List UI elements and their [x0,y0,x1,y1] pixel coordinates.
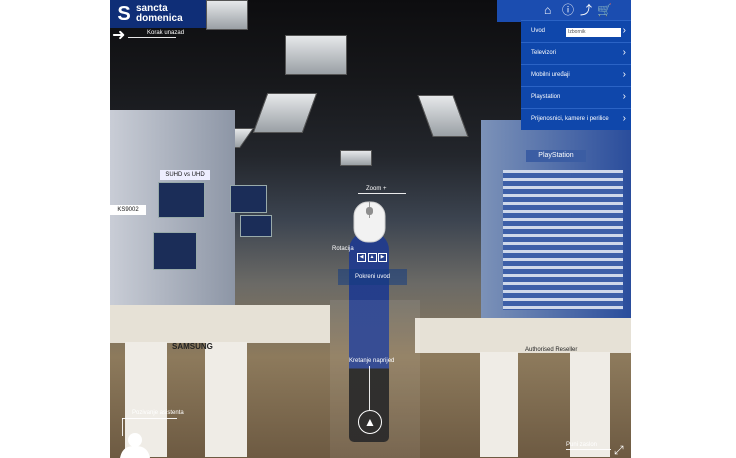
ceiling-light [206,0,248,30]
display-table-left [110,305,330,343]
back-icon[interactable]: ➜ [112,28,128,44]
logo-line-2: domenica [136,13,183,24]
rotation-label: Rotacija [332,246,354,252]
mouse-icon [353,201,386,243]
menu-item-playstation[interactable]: Playstation › [521,86,631,106]
arrow-controls[interactable]: ◀ ▲ ▶ [357,253,387,263]
ceiling-light [417,95,469,137]
tv-display [230,185,267,213]
display-table-right [415,318,631,353]
menu-item-label: Televizori [531,49,557,56]
left-sign-2: KS9002 [110,205,146,215]
menu-item-label: Mobilni uređaji [531,71,570,78]
back-label: Korak unazad [147,30,185,36]
arrow-up-icon[interactable]: ▲ [367,253,377,262]
cart-icon[interactable]: 🛒 [597,3,612,17]
game-shelves [503,170,623,310]
arrow-left-icon[interactable]: ◀ [357,253,366,262]
assistant-icon[interactable] [116,432,154,458]
start-intro-button[interactable]: Pokreni uvod [338,269,407,285]
menu-item-prijenosnici[interactable]: Prijenosnici, kamere i perilice › [521,108,631,128]
display-table-right-leg [480,352,518,457]
tv-display [240,215,272,237]
menu-dropdown[interactable]: Izbornik [566,28,621,37]
playstation-sign: PlayStation [526,150,586,162]
chevron-right-icon: › [622,113,626,124]
logo-mark-icon: S [117,3,131,25]
brand-logo: S sancta domenica [110,0,206,28]
info-icon[interactable]: ⓘ [562,3,574,17]
zoom-guide-line [358,193,406,194]
display-table-left-leg [205,342,247,457]
fullscreen-guide-line [566,449,611,450]
chevron-right-icon: › [622,47,626,58]
arrow-right-icon[interactable]: ▶ [378,253,387,262]
ceiling-light [285,35,347,75]
share-icon[interactable]: ⤴ [580,3,592,17]
left-sign: SUHD vs UHD [160,170,210,180]
menu-item-label: Prijenosnici, kamere i perilice [531,115,609,122]
chevron-right-icon: › [622,25,626,36]
forward-label: Kretanje naprijed [349,358,395,364]
tv-display [158,182,205,218]
floor-highlight [330,300,420,458]
samsung-label: SAMSUNG [172,342,213,351]
tv-display [153,232,197,270]
top-toolbar: ⌂ ⓘ ⤴ 🛒 [497,0,631,22]
back-guide-line [128,37,176,38]
assistant-guide-line [122,418,177,419]
menu-item-televizori[interactable]: Televizori › [521,42,631,62]
zoom-label: Zoom + [366,186,387,192]
fullscreen-label: Puni zaslon [566,442,598,448]
fullscreen-icon[interactable]: ⤢ [614,444,626,456]
authorised-reseller-label: Authorised Reseller [525,347,578,353]
assistant-label: Pozivanje asistenta [132,410,184,416]
menu-item-label: Playstation [531,93,561,100]
ceiling-light [340,150,372,166]
chevron-right-icon: › [622,91,626,102]
menu-item-mobilni[interactable]: Mobilni uređaji › [521,64,631,84]
forward-guide-line [369,366,370,410]
chevron-right-icon: › [622,69,626,80]
menu-item-label: Uvod [531,27,546,34]
home-icon[interactable]: ⌂ [544,3,551,17]
ceiling-light [252,93,318,133]
forward-arrow-icon[interactable]: ▲ [358,410,382,434]
